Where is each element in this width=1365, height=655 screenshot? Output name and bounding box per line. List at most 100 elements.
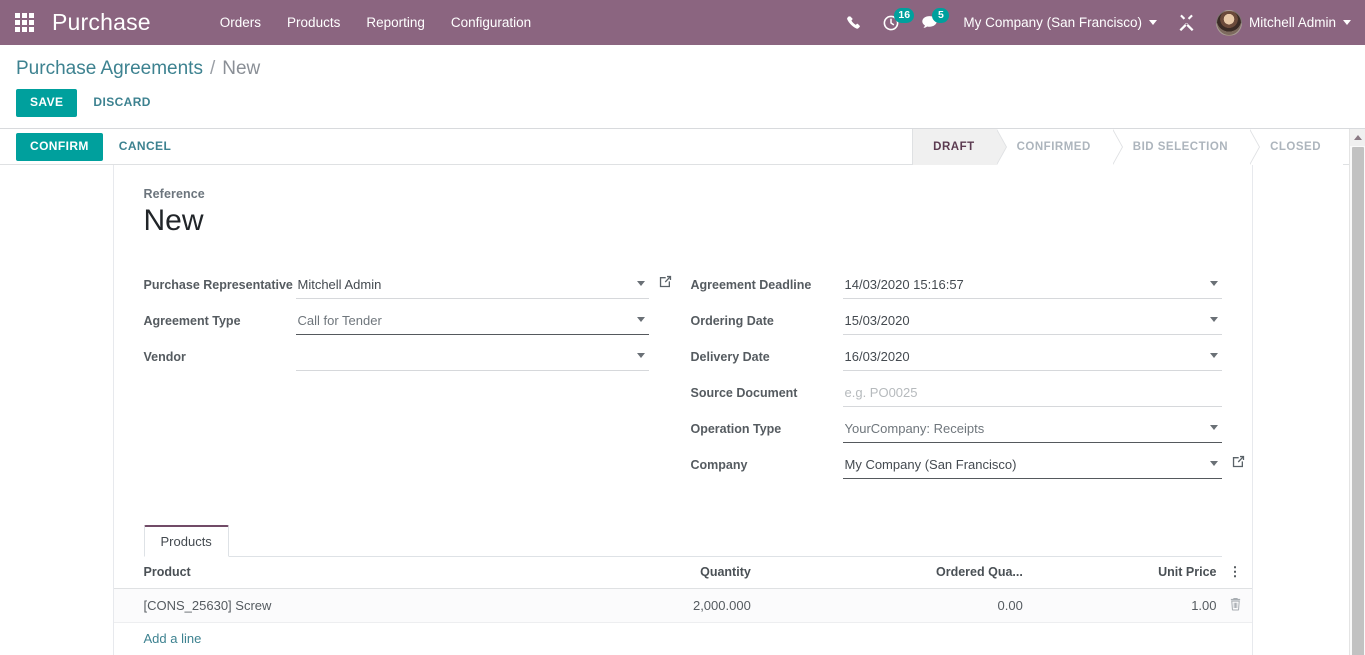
field-delivery-date: Delivery Date [691, 344, 1222, 371]
stage-draft[interactable]: DRAFT [912, 129, 1008, 166]
cell-delete [1222, 588, 1252, 624]
page-title: New [143, 204, 204, 238]
user-menu-label: Mitchell Admin [1248, 15, 1336, 30]
vendor-input[interactable] [295, 344, 649, 371]
chevron-down-icon [1343, 20, 1351, 25]
breadcrumb: Purchase Agreements / New [16, 45, 1349, 80]
ordering-date-input[interactable] [842, 308, 1222, 335]
menu-item-orders[interactable]: Orders [207, 0, 274, 45]
top-navbar: Purchase Orders Products Reporting Confi… [0, 0, 1365, 45]
field-label: Company [690, 458, 748, 473]
field-agreement-type: Agreement Type [144, 308, 649, 335]
user-menu[interactable]: Mitchell Admin [1206, 9, 1353, 36]
field-source-document: Source Document [691, 380, 1222, 407]
field-company: Company [690, 452, 1244, 479]
cell-ordered-quantity[interactable]: 0.00 [756, 588, 1029, 624]
company-input[interactable] [842, 452, 1222, 479]
menu-item-reporting[interactable]: Reporting [353, 0, 438, 45]
activities-button[interactable]: 16 [872, 0, 915, 45]
notebook: Products Product Quantity Ordered Qua...… [113, 525, 1252, 655]
field-label: Agreement Deadline [690, 278, 812, 293]
field-group-left: Purchase Representative Mitchell Admin A… [144, 272, 683, 488]
messages-count-badge: 5 [932, 8, 950, 23]
delivery-date-input[interactable] [842, 344, 1222, 371]
apps-menu-toggle[interactable] [0, 0, 48, 45]
stage-bid-selection[interactable]: BID SELECTION [1112, 129, 1261, 166]
statusbar-buttons: CONFIRM CANCEL [16, 129, 183, 164]
trash-icon[interactable] [1229, 597, 1242, 611]
field-ordering-date: Ordering Date [691, 308, 1222, 335]
avatar [1215, 9, 1242, 36]
field-label: Operation Type [690, 422, 782, 437]
column-header-quantity: Quantity [564, 557, 757, 590]
column-header-product: Product [113, 557, 565, 590]
discard-button[interactable]: DISCARD [81, 89, 162, 117]
form-sheet: Reference New Purchase Representative Mi… [112, 165, 1253, 655]
company-switcher[interactable]: My Company (San Francisco) [949, 15, 1167, 30]
confirm-button[interactable]: CONFIRM [16, 132, 103, 161]
field-group-right: Agreement Deadline Ordering Date [683, 272, 1244, 488]
cell-quantity[interactable]: 2,000.000 [564, 588, 757, 624]
field-label: Vendor [143, 350, 186, 365]
stage-closed[interactable]: CLOSED [1250, 129, 1343, 166]
field-vendor: Vendor [144, 344, 649, 371]
table-header-row: Product Quantity Ordered Qua... Unit Pri… [113, 557, 1252, 590]
operation-type-input[interactable] [842, 416, 1222, 443]
control-panel: Purchase Agreements / New SAVE DISCARD [0, 45, 1365, 130]
vertical-scrollbar[interactable] [1349, 129, 1365, 655]
notebook-tabs: Products [143, 525, 1222, 558]
field-label: Purchase Representative [143, 278, 293, 293]
cell-unit-price[interactable]: 1.00 [1028, 588, 1223, 624]
form-sheet-background: Reference New Purchase Representative Mi… [0, 165, 1365, 655]
open-record-icon[interactable] [658, 274, 674, 290]
navbar-right-actions: 16 5 My Company (San Francisco) Mitchell… [835, 0, 1365, 45]
cell-product[interactable]: [CONS_25630] Screw [113, 588, 565, 624]
scroll-up-arrow[interactable] [1350, 129, 1365, 147]
tools-debug-icon [1179, 14, 1194, 31]
order-lines-table-wrapper: Product Quantity Ordered Qua... Unit Pri… [113, 557, 1252, 655]
main-menu: Orders Products Reporting Configuration [207, 0, 544, 45]
column-header-unit-price: Unit Price [1028, 557, 1223, 590]
reference-label: Reference [143, 187, 205, 202]
messages-button[interactable]: 5 [910, 0, 950, 45]
field-groups: Purchase Representative Mitchell Admin A… [144, 272, 1244, 488]
cancel-button[interactable]: CANCEL [107, 133, 183, 161]
breadcrumb-separator: / [209, 58, 216, 79]
field-label: Delivery Date [690, 350, 770, 365]
source-document-input[interactable] [842, 380, 1222, 407]
add-a-line-button[interactable]: Add a line [144, 631, 202, 646]
vertical-dots-icon[interactable]: ⋮ [1229, 565, 1242, 579]
column-header-ordered-quantity: Ordered Qua... [756, 557, 1029, 590]
table-body: [CONS_25630] Screw 2,000.000 0.00 1.00 A… [113, 588, 1252, 655]
statusbar-row: CONFIRM CANCEL DRAFT CONFIRMED BID SELEC… [0, 129, 1365, 166]
table-header: Product Quantity Ordered Qua... Unit Pri… [113, 557, 1252, 590]
breadcrumb-root[interactable]: Purchase Agreements [16, 58, 203, 80]
open-record-icon[interactable] [1231, 454, 1247, 470]
add-line-row: Add a line [113, 622, 1252, 655]
form-view: CONFIRM CANCEL DRAFT CONFIRMED BID SELEC… [0, 129, 1365, 655]
stage-confirmed[interactable]: CONFIRMED [996, 129, 1123, 166]
table-row[interactable]: [CONS_25630] Screw 2,000.000 0.00 1.00 [113, 588, 1252, 624]
scrollbar-thumb[interactable] [1352, 147, 1364, 655]
menu-item-configuration[interactable]: Configuration [438, 0, 544, 45]
field-label: Source Document [690, 386, 798, 401]
breadcrumb-current: New [222, 58, 261, 79]
field-label: Ordering Date [690, 314, 774, 329]
debug-tools-button[interactable] [1167, 0, 1206, 45]
order-lines-table: Product Quantity Ordered Qua... Unit Pri… [113, 557, 1252, 655]
purchase-representative-input[interactable] [295, 272, 649, 299]
phone-button[interactable] [835, 0, 872, 45]
status-pipeline: DRAFT CONFIRMED BID SELECTION CLOSED [912, 129, 1349, 166]
phone-icon [847, 16, 861, 29]
app-brand-title[interactable]: Purchase [48, 9, 159, 36]
agreement-type-input[interactable] [295, 308, 649, 335]
control-panel-buttons: SAVE DISCARD [16, 80, 1349, 128]
apps-grid-icon [14, 13, 34, 32]
menu-item-products[interactable]: Products [274, 0, 353, 45]
agreement-deadline-input[interactable] [842, 272, 1222, 299]
save-button[interactable]: SAVE [16, 89, 78, 118]
company-switcher-label: My Company (San Francisco) [963, 15, 1142, 30]
tab-products[interactable]: Products [143, 525, 229, 558]
field-agreement-deadline: Agreement Deadline [691, 272, 1222, 299]
field-label: Agreement Type [143, 314, 241, 329]
